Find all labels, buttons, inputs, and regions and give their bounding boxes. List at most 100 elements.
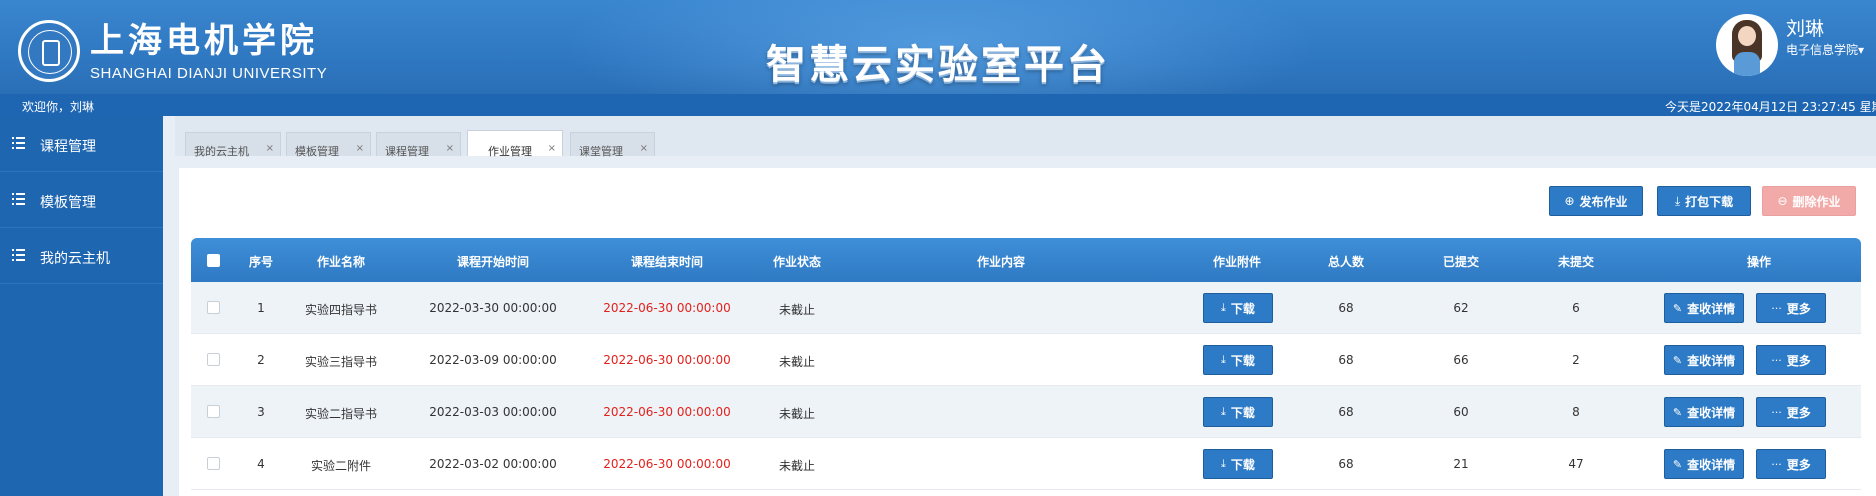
delete-assignment-button[interactable]: ⊖ 删除作业 [1762, 186, 1856, 216]
user-department-dropdown[interactable]: 电子信息学院▾ [1786, 42, 1864, 58]
cell-name: 实验四指导书 [304, 303, 377, 317]
more-dots-icon: ··· [1771, 457, 1782, 471]
column-header: 作业状态 [772, 255, 821, 269]
user-profile[interactable]: 刘琳 电子信息学院▾ [1716, 14, 1864, 76]
cell-status: 未截止 [778, 407, 815, 421]
table-body: 1 实验四指导书 2022-03-30 00:00:00 2022-06-30 … [191, 282, 1861, 490]
tab-my-cloud-host[interactable]: 我的云主机 × [185, 132, 281, 158]
welcome-greeting: 欢迎你，刘琳 [22, 100, 95, 114]
cell-total: 68 [1338, 353, 1354, 367]
table-header: 序号 作业名称 课程开始时间 课程结束时间 作业状态 作业内容 作业附件 总人数… [191, 238, 1861, 282]
view-details-button[interactable]: ✎ 查收详情 [1664, 293, 1744, 323]
more-dots-icon: ··· [1771, 301, 1782, 315]
column-header: 总人数 [1327, 255, 1364, 269]
tab-class-management[interactable]: 课堂管理 × [570, 132, 655, 158]
view-details-button[interactable]: ✎ 查收详情 [1664, 449, 1744, 479]
tab-template-management[interactable]: 模板管理 × [286, 132, 371, 158]
cell-unsubmitted: 47 [1568, 457, 1584, 471]
plus-circle-icon: ⊕ [1564, 194, 1575, 208]
cell-total: 68 [1338, 405, 1354, 419]
close-icon[interactable]: × [446, 143, 454, 154]
cell-submitted: 66 [1453, 353, 1469, 367]
cell-start-time: 2022-03-09 00:00:00 [429, 353, 557, 367]
sidebar-item-label: 我的云主机 [40, 251, 110, 267]
download-icon: ⤓ [1221, 457, 1226, 470]
table-row: 2 实验三指导书 2022-03-09 00:00:00 2022-06-30 … [191, 334, 1861, 386]
cell-end-time: 2022-06-30 00:00:00 [603, 457, 731, 471]
cell-no: 2 [257, 353, 265, 367]
cell-status: 未截止 [778, 459, 815, 473]
tab-assignment-management[interactable]: 作业管理 × [467, 130, 563, 158]
close-icon[interactable]: × [266, 143, 274, 154]
more-button[interactable]: ··· 更多 [1756, 449, 1826, 479]
download-icon: ⤓ [1221, 405, 1226, 418]
close-icon[interactable]: × [356, 143, 364, 154]
cell-name: 实验二附件 [310, 459, 371, 473]
list-icon [12, 193, 25, 205]
select-all-checkbox[interactable] [207, 254, 220, 267]
sidebar-item-template-management[interactable]: 模板管理 [0, 172, 163, 228]
avatar[interactable] [1716, 14, 1778, 76]
view-details-button[interactable]: ✎ 查收详情 [1664, 397, 1744, 427]
app-title: 智慧云实验室平台 [766, 42, 1110, 88]
cell-no: 3 [257, 405, 265, 419]
minus-circle-icon: ⊖ [1777, 194, 1788, 208]
row-checkbox[interactable] [207, 405, 220, 418]
more-dots-icon: ··· [1771, 353, 1782, 367]
sidebar-item-my-cloud-host[interactable]: 我的云主机 [0, 228, 163, 284]
cell-no: 4 [257, 457, 265, 471]
download-attachment-button[interactable]: ⤓ 下载 [1203, 345, 1273, 375]
cell-submitted: 21 [1453, 457, 1469, 471]
more-button[interactable]: ··· 更多 [1756, 293, 1826, 323]
download-attachment-button[interactable]: ⤓ 下载 [1203, 397, 1273, 427]
cell-start-time: 2022-03-02 00:00:00 [429, 457, 557, 471]
tab-bar: 我的云主机 × 模板管理 × 课程管理 × 作业管理 × 课堂管理 × [175, 116, 1876, 158]
main-content: 我的云主机 × 模板管理 × 课程管理 × 作业管理 × 课堂管理 × ⊕ 发布作… [163, 116, 1876, 496]
cell-unsubmitted: 6 [1572, 301, 1580, 315]
publish-assignment-button[interactable]: ⊕ 发布作业 [1549, 186, 1643, 216]
column-header: 作业附件 [1212, 255, 1261, 269]
cell-name: 实验三指导书 [304, 355, 377, 369]
column-header: 课程结束时间 [630, 255, 703, 269]
package-download-button[interactable]: ⤓ 打包下载 [1657, 186, 1751, 216]
cell-unsubmitted: 8 [1572, 405, 1580, 419]
cell-end-time: 2022-06-30 00:00:00 [603, 301, 731, 315]
cell-status: 未截止 [778, 355, 815, 369]
top-header: 上海电机学院 SHANGHAI DIANJI UNIVERSITY 智慧云实验室… [0, 0, 1876, 94]
user-name: 刘琳 [1786, 18, 1825, 40]
cell-no: 1 [257, 301, 265, 315]
close-icon[interactable]: × [548, 143, 556, 154]
sidebar-item-label: 模板管理 [40, 195, 96, 211]
list-icon [12, 249, 25, 261]
cell-unsubmitted: 2 [1572, 353, 1580, 367]
cell-end-time: 2022-06-30 00:00:00 [603, 405, 731, 419]
list-icon [12, 137, 25, 149]
cell-end-time: 2022-06-30 00:00:00 [603, 353, 731, 367]
close-icon[interactable]: × [640, 143, 648, 154]
download-attachment-button[interactable]: ⤓ 下载 [1203, 293, 1273, 323]
edit-icon: ✎ [1672, 353, 1683, 367]
cell-submitted: 62 [1453, 301, 1469, 315]
column-header: 操作 [1746, 255, 1771, 269]
cell-start-time: 2022-03-03 00:00:00 [429, 405, 557, 419]
more-button[interactable]: ··· 更多 [1756, 345, 1826, 375]
row-checkbox[interactable] [207, 301, 220, 314]
download-icon: ⤓ [1221, 353, 1226, 366]
more-button[interactable]: ··· 更多 [1756, 397, 1826, 427]
edit-icon: ✎ [1672, 457, 1683, 471]
cell-status: 未截止 [778, 303, 815, 317]
column-header: 作业名称 [316, 255, 365, 269]
tab-course-management[interactable]: 课程管理 × [376, 132, 461, 158]
current-datetime: 今天是2022年04月12日 23:27:45 星期二 [1665, 100, 1876, 114]
sidebar-item-label: 课程管理 [40, 139, 96, 155]
row-checkbox[interactable] [207, 353, 220, 366]
table-row: 3 实验二指导书 2022-03-03 00:00:00 2022-06-30 … [191, 386, 1861, 438]
assignment-table: 序号 作业名称 课程开始时间 课程结束时间 作业状态 作业内容 作业附件 总人数… [191, 238, 1861, 490]
view-details-button[interactable]: ✎ 查收详情 [1664, 345, 1744, 375]
sidebar-item-course-management[interactable]: 课程管理 [0, 116, 163, 172]
download-attachment-button[interactable]: ⤓ 下载 [1203, 449, 1273, 479]
table-row: 4 实验二附件 2022-03-02 00:00:00 2022-06-30 0… [191, 438, 1861, 490]
column-header: 课程开始时间 [456, 255, 529, 269]
row-checkbox[interactable] [207, 457, 220, 470]
sidebar: 课程管理 模板管理 我的云主机 [0, 116, 163, 496]
